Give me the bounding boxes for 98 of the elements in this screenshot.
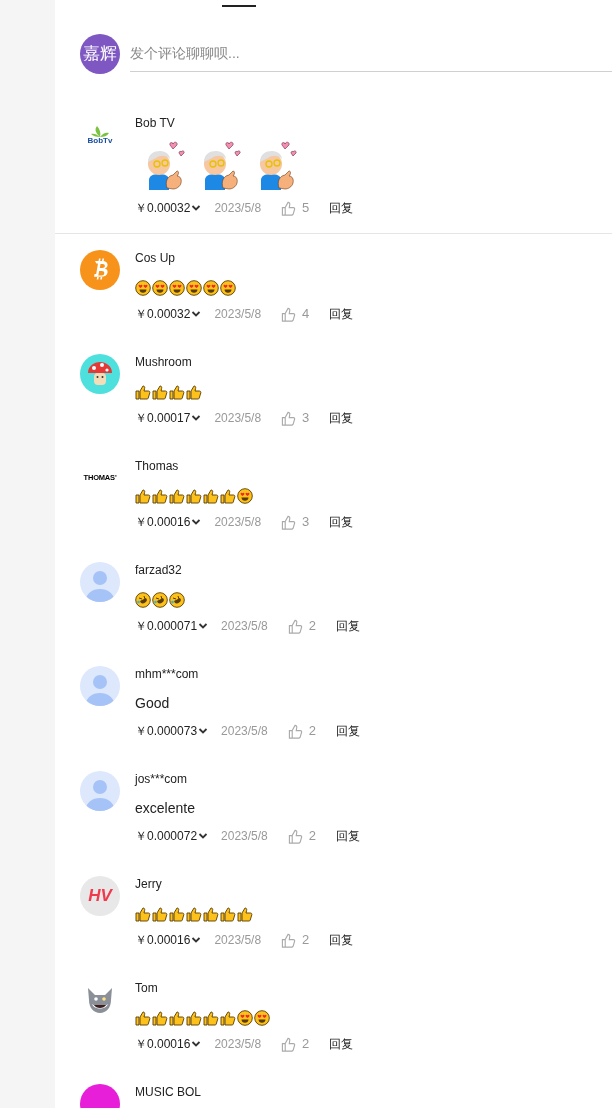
reply-button[interactable]: 回复 [329, 409, 354, 427]
thumbs-up-icon [135, 384, 151, 400]
reply-button[interactable]: 回复 [329, 305, 354, 323]
reply-button[interactable]: 回复 [329, 199, 354, 217]
thumbs-up-icon [135, 1010, 151, 1026]
thumbs-up-icon [220, 906, 236, 922]
reply-button[interactable]: 回复 [329, 931, 354, 949]
chevron-down-icon [198, 831, 209, 841]
tip-amount-dropdown[interactable]: ￥0.00032 [135, 199, 202, 217]
user-avatar: 嘉辉 [80, 34, 120, 74]
heart-eyes-emoji-icon [203, 280, 219, 296]
reply-button[interactable]: 回复 [329, 513, 354, 531]
chevron-down-icon [191, 203, 202, 213]
thumbs-up-icon [220, 488, 236, 504]
thumbs-up-icon [203, 1010, 219, 1026]
tip-amount-dropdown[interactable]: ￥0.00032 [135, 305, 202, 323]
heart-eyes-emoji-icon [237, 1010, 253, 1026]
chevron-down-icon [191, 517, 202, 527]
comment-author[interactable]: Jerry [135, 876, 354, 892]
thumbs-up-outline-icon [281, 410, 297, 426]
thumbs-up-outline-icon [287, 618, 303, 634]
laughing-emoji-icon [135, 592, 151, 608]
comment-input[interactable]: 发个评论聊聊呗... [130, 34, 612, 72]
chevron-down-icon [191, 935, 202, 945]
comment-date: 2023/5/8 [214, 932, 262, 949]
tip-amount-dropdown[interactable]: ￥0.00016 [135, 931, 202, 949]
heart-eyes-emoji-icon [152, 280, 168, 296]
laughing-emoji-icon [169, 592, 185, 608]
chevron-down-icon [191, 413, 202, 423]
reply-button[interactable]: 回复 [336, 617, 360, 635]
comment-text: excelente [135, 799, 196, 818]
chevron-down-icon [191, 309, 202, 319]
thumbs-up-icon [169, 1010, 185, 1026]
comment-author[interactable]: Mushroom [135, 354, 354, 370]
comment-date: 2023/5/8 [221, 723, 268, 740]
comment-author[interactable]: Cos Up [135, 250, 354, 266]
comment-date: 2023/5/8 [221, 828, 268, 845]
thumbs-up-icon [186, 488, 202, 504]
comment-text: Good [135, 694, 171, 713]
reply-button[interactable]: 回复 [336, 722, 360, 740]
thumbs-up-icon [135, 906, 151, 922]
default-user-avatar [80, 666, 120, 706]
thumbs-up-outline-icon [281, 1036, 297, 1052]
thumbs-up-icon [203, 906, 219, 922]
thumbs-up-outline-icon [287, 828, 303, 844]
comment-author[interactable]: jos***com [135, 771, 360, 787]
comment-date: 2023/5/8 [214, 200, 262, 217]
thumbs-up-icon [220, 1010, 236, 1026]
tip-amount-dropdown[interactable]: ￥0.00017 [135, 409, 202, 427]
thumbs-up-outline-icon [287, 723, 303, 739]
thumbs-up-icon [169, 906, 185, 922]
user-avatar: HV [80, 876, 120, 916]
reply-button[interactable]: 回复 [329, 1035, 354, 1053]
comment-date: 2023/5/8 [214, 306, 262, 323]
chevron-down-icon [198, 621, 209, 631]
comment-author[interactable]: Tom [135, 980, 354, 996]
comment-author[interactable]: mhm***com [135, 666, 360, 682]
comment-author[interactable]: farzad32 [135, 562, 360, 578]
tip-amount-dropdown[interactable]: ￥0.00016 [135, 1035, 202, 1053]
comment-date: 2023/5/8 [214, 514, 262, 531]
default-user-avatar [80, 562, 120, 602]
thumbs-up-icon [169, 384, 185, 400]
thumbs-up-icon [152, 1010, 168, 1026]
reply-button[interactable]: 回复 [336, 827, 360, 845]
laughing-emoji-icon [152, 592, 168, 608]
heart-eyes-emoji-icon [169, 280, 185, 296]
heart-eyes-emoji-icon [186, 280, 202, 296]
chevron-down-icon [191, 1039, 202, 1049]
comment-date: 2023/5/8 [214, 1036, 262, 1053]
thumbs-up-icon [237, 906, 253, 922]
tip-amount-dropdown[interactable]: ￥0.000071 [135, 617, 209, 635]
thumbs-up-outline-icon [281, 932, 297, 948]
thumbs-up-icon [186, 1010, 202, 1026]
chevron-down-icon [198, 726, 209, 736]
heart-eyes-emoji-icon [254, 1010, 270, 1026]
thumbs-up-icon [135, 488, 151, 504]
thumbs-up-icon [152, 488, 168, 504]
thumbs-up-outline-icon [281, 514, 297, 530]
comment-date: 2023/5/8 [214, 410, 262, 427]
tip-amount-dropdown[interactable]: ￥0.000072 [135, 827, 209, 845]
thumbs-up-icon [186, 906, 202, 922]
thumbs-up-icon [169, 488, 185, 504]
comment-date: 2023/5/8 [221, 618, 268, 635]
comment-author[interactable]: Bob TV [135, 115, 354, 131]
thumbs-up-outline-icon [281, 200, 297, 216]
heart-eyes-emoji-icon [237, 488, 253, 504]
tip-amount-dropdown[interactable]: ￥0.00016 [135, 513, 202, 531]
thumbs-up-icon [152, 384, 168, 400]
heart-eyes-emoji-icon [220, 280, 236, 296]
heart-eyes-emoji-icon [135, 280, 151, 296]
comment-author[interactable]: MUSIC BOL [135, 1084, 201, 1100]
tip-amount-dropdown[interactable]: ￥0.000073 [135, 722, 209, 740]
thumbs-up-icon [186, 384, 202, 400]
thumbs-up-icon [203, 488, 219, 504]
thumbs-up-outline-icon [281, 306, 297, 322]
thumbs-up-icon [152, 906, 168, 922]
default-user-avatar [80, 771, 120, 811]
comment-author[interactable]: Thomas [135, 458, 354, 474]
